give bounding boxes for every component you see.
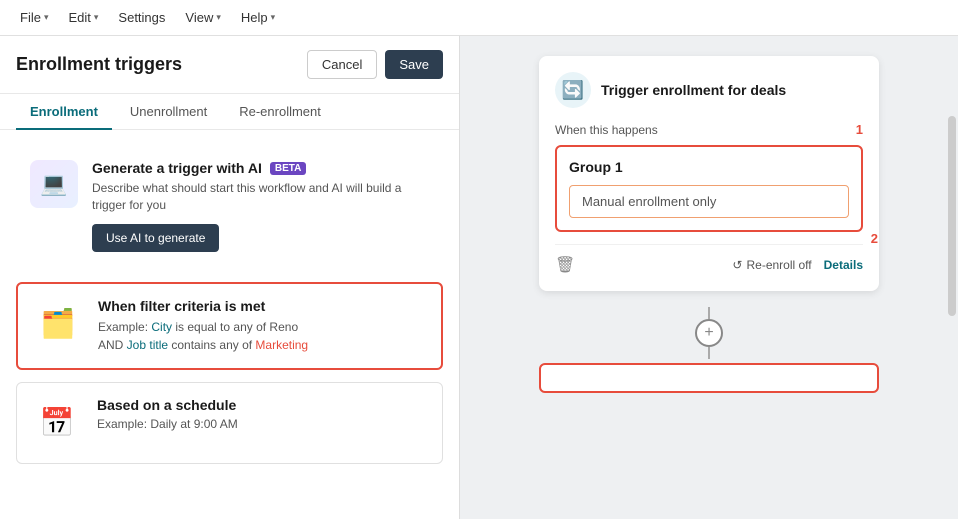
filter-card-text: When filter criteria is met Example: Cit… [98,298,308,354]
when-section: When this happens 1 Group 1 Manual enrol… [555,122,863,232]
delete-icon[interactable]: 🗑 [555,255,575,275]
add-step-button[interactable]: + [695,319,723,347]
connector-line-bottom [708,347,710,359]
trigger-count-badge: 1 [856,122,863,137]
re-enroll-label: Re-enroll off [746,258,811,272]
enrollment-card-title: Trigger enrollment for deals [601,82,786,98]
menu-view[interactable]: View ▾ [177,7,228,28]
schedule-card-title: Based on a schedule [97,397,238,413]
right-panel: 🔄 Trigger enrollment for deals When this… [460,36,958,519]
footer-right: ↺ Re-enroll off Details [732,258,863,272]
ai-description: Describe what should start this workflow… [92,180,429,214]
schedule-card[interactable]: 📅 Based on a schedule Example: Daily at … [16,382,443,464]
group-1-box: Group 1 Manual enrollment only [555,145,863,232]
right-scrollbar[interactable] [948,116,956,316]
when-label: When this happens [555,123,658,137]
manual-enrollment-badge: Manual enrollment only [569,185,849,218]
plus-icon: + [704,324,713,342]
page-title: Enrollment triggers [16,54,182,75]
group-1-title: Group 1 [569,159,849,175]
left-content: 💻 Generate a trigger with AI BETA Descri… [0,130,459,519]
edit-chevron-icon: ▾ [94,12,99,23]
header-buttons: Cancel Save [307,50,443,79]
enrollment-header: 🔄 Trigger enrollment for deals [555,72,863,108]
menubar: File ▾ Edit ▾ Settings View ▾ Help ▾ [0,0,958,36]
filter-card-title: When filter criteria is met [98,298,308,314]
filter-icon: 🗂️ [32,298,84,350]
menu-edit[interactable]: Edit ▾ [60,7,106,28]
re-enroll-button[interactable]: ↺ Re-enroll off [732,258,811,272]
menu-file[interactable]: File ▾ [12,7,56,28]
tab-re-enrollment[interactable]: Re-enrollment [225,94,335,129]
main-layout: Enrollment triggers Cancel Save Enrollme… [0,36,958,519]
step-2-badge: 2 [871,231,878,246]
left-panel: Enrollment triggers Cancel Save Enrollme… [0,36,460,519]
tab-unenrollment[interactable]: Unenrollment [116,94,221,129]
menu-settings[interactable]: Settings [110,7,173,28]
file-chevron-icon: ▾ [44,12,49,23]
tabs-bar: Enrollment Unenrollment Re-enrollment [0,94,459,130]
filter-card-description: Example: City is equal to any of Reno AN… [98,318,308,354]
re-enroll-icon: ↺ [732,258,742,272]
help-chevron-icon: ▾ [271,12,276,23]
plus-connector: + [695,307,723,359]
use-ai-button[interactable]: Use AI to generate [92,224,219,252]
ai-section-title: Generate a trigger with AI BETA [92,160,429,176]
when-header: When this happens 1 [555,122,863,137]
card-footer: 🗑 ↺ Re-enroll off Details [555,244,863,275]
cancel-button[interactable]: Cancel [307,50,377,79]
filter-criteria-card[interactable]: 🗂️ When filter criteria is met Example: … [16,282,443,370]
enrollment-trigger-card: 🔄 Trigger enrollment for deals When this… [539,56,879,291]
left-header: Enrollment triggers Cancel Save [0,36,459,94]
connector-line-top [708,307,710,319]
tab-enrollment[interactable]: Enrollment [16,94,112,129]
schedule-card-text: Based on a schedule Example: Daily at 9:… [97,397,238,449]
view-chevron-icon: ▾ [216,12,221,23]
schedule-card-description: Example: Daily at 9:00 AM [97,417,238,431]
schedule-icon: 📅 [31,397,83,449]
details-button[interactable]: Details [824,258,863,272]
next-step-placeholder [539,363,879,393]
menu-help[interactable]: Help ▾ [233,7,283,28]
beta-badge: BETA [270,162,306,175]
ai-text-block: Generate a trigger with AI BETA Describe… [92,160,429,252]
save-button[interactable]: Save [385,50,443,79]
ai-illustration-icon: 💻 [30,160,78,208]
ai-generate-section: 💻 Generate a trigger with AI BETA Descri… [16,146,443,266]
deals-icon: 🔄 [555,72,591,108]
